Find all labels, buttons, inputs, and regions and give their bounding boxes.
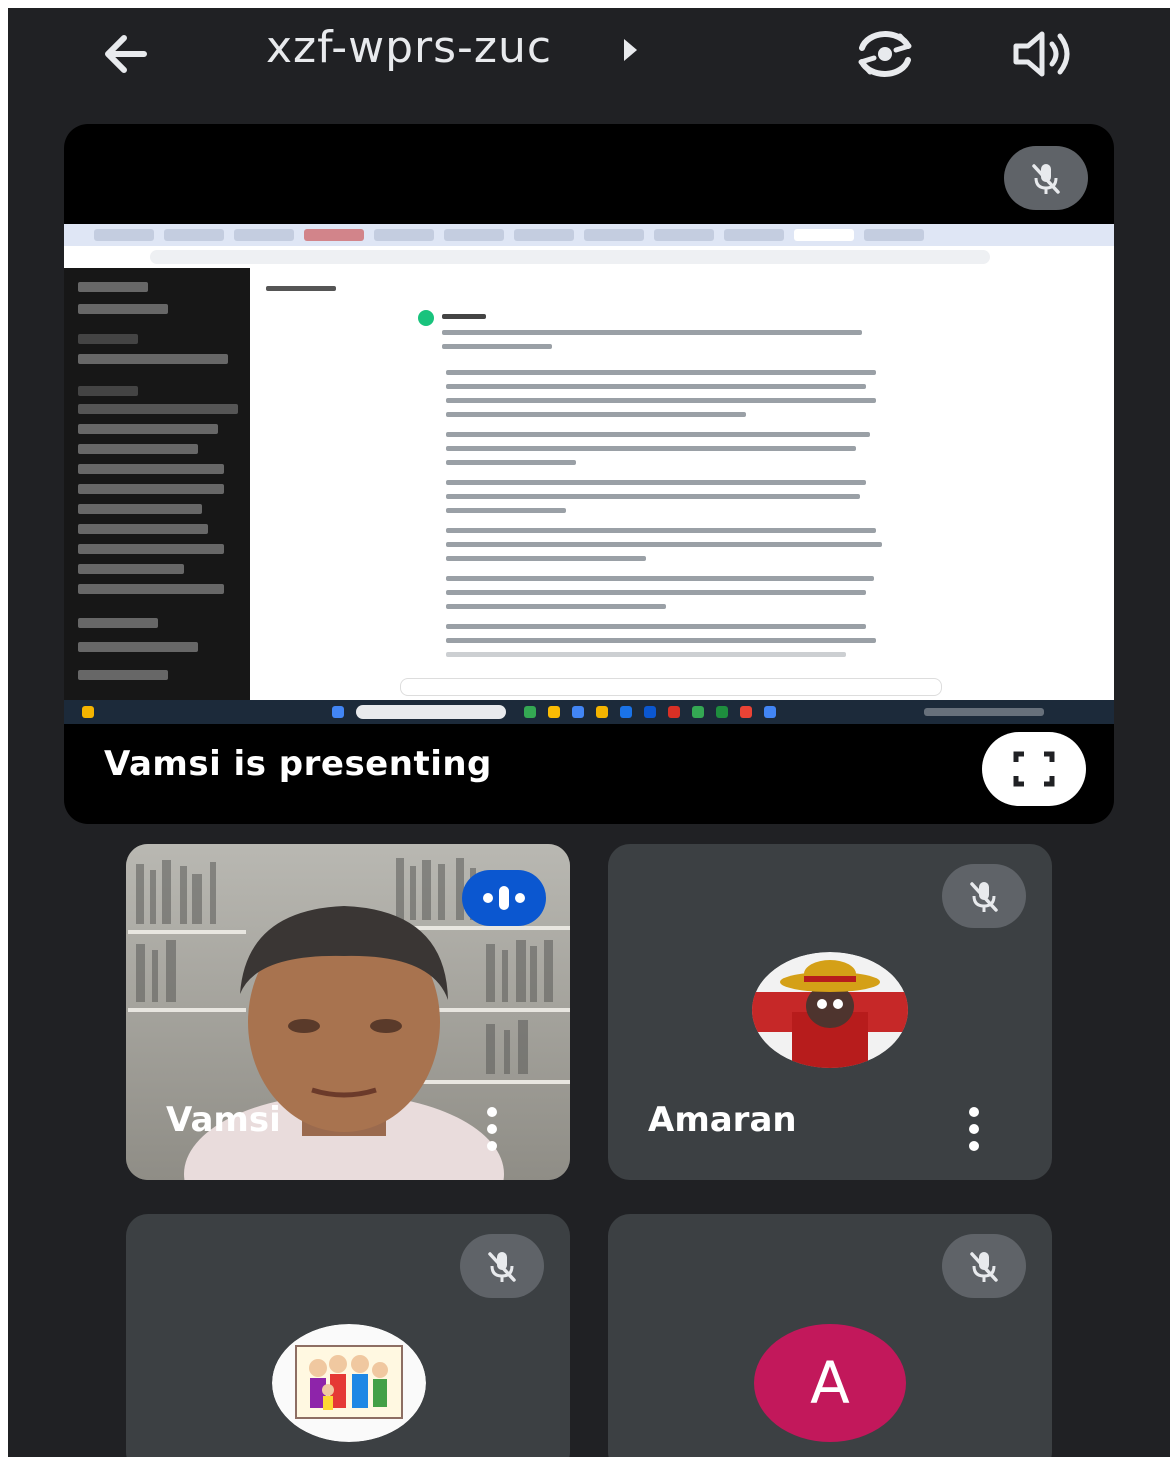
mic-off-icon bbox=[970, 1252, 998, 1282]
flip-camera-icon bbox=[858, 31, 912, 77]
avatar-image bbox=[752, 952, 908, 1068]
mic-off-badge bbox=[460, 1234, 544, 1298]
speaker-icon bbox=[1013, 31, 1070, 77]
avatar-image bbox=[272, 1324, 426, 1442]
arrow-left-icon bbox=[105, 35, 147, 73]
back-button[interactable] bbox=[96, 24, 156, 84]
more-vertical-icon bbox=[487, 1107, 497, 1151]
shared-main-content bbox=[250, 268, 1114, 700]
presenting-label: Vamsi is presenting bbox=[104, 744, 492, 784]
participant-name: Amaran bbox=[648, 1100, 797, 1140]
meet-screen: xzf-wprs-zuc Vamsi is presenting Vamsi A… bbox=[8, 8, 1170, 1457]
letter-avatar: A bbox=[754, 1324, 906, 1442]
participant-tile-amaran[interactable]: Amaran bbox=[608, 844, 1052, 1180]
shared-screen bbox=[64, 224, 1114, 724]
participant-tile-4[interactable]: A bbox=[608, 1214, 1052, 1457]
more-options-button[interactable] bbox=[484, 1106, 500, 1152]
meeting-details-button[interactable] bbox=[620, 36, 640, 64]
presenter-mic-off-badge bbox=[1004, 146, 1088, 210]
mic-off-icon bbox=[970, 882, 998, 912]
speaking-indicator-icon bbox=[483, 886, 525, 910]
mic-off-icon bbox=[488, 1252, 516, 1282]
mic-off-badge bbox=[942, 1234, 1026, 1298]
more-options-button[interactable] bbox=[966, 1106, 982, 1152]
browser-tab-strip bbox=[64, 224, 1114, 246]
speaking-indicator bbox=[462, 870, 546, 926]
participant-tile-vamsi[interactable]: Vamsi bbox=[126, 844, 570, 1180]
top-bar: xzf-wprs-zuc bbox=[8, 8, 1170, 100]
avatar bbox=[272, 1324, 426, 1442]
switch-camera-button[interactable] bbox=[848, 22, 920, 86]
fullscreen-button[interactable] bbox=[982, 732, 1086, 806]
audio-output-button[interactable] bbox=[1008, 24, 1078, 84]
participant-tile-3[interactable] bbox=[126, 1214, 570, 1457]
shared-sidebar bbox=[64, 268, 250, 700]
fullscreen-icon bbox=[1013, 751, 1055, 787]
mic-off-badge bbox=[942, 864, 1026, 928]
presentation-panel[interactable]: Vamsi is presenting bbox=[64, 124, 1114, 824]
mic-off-icon bbox=[1032, 164, 1060, 194]
caret-right-icon bbox=[624, 39, 637, 61]
browser-address-bar bbox=[64, 246, 1114, 269]
more-vertical-icon bbox=[969, 1107, 979, 1151]
participant-name: Vamsi bbox=[166, 1100, 281, 1140]
shared-taskbar bbox=[64, 700, 1114, 724]
meeting-code[interactable]: xzf-wprs-zuc bbox=[266, 22, 552, 73]
avatar bbox=[752, 952, 908, 1068]
